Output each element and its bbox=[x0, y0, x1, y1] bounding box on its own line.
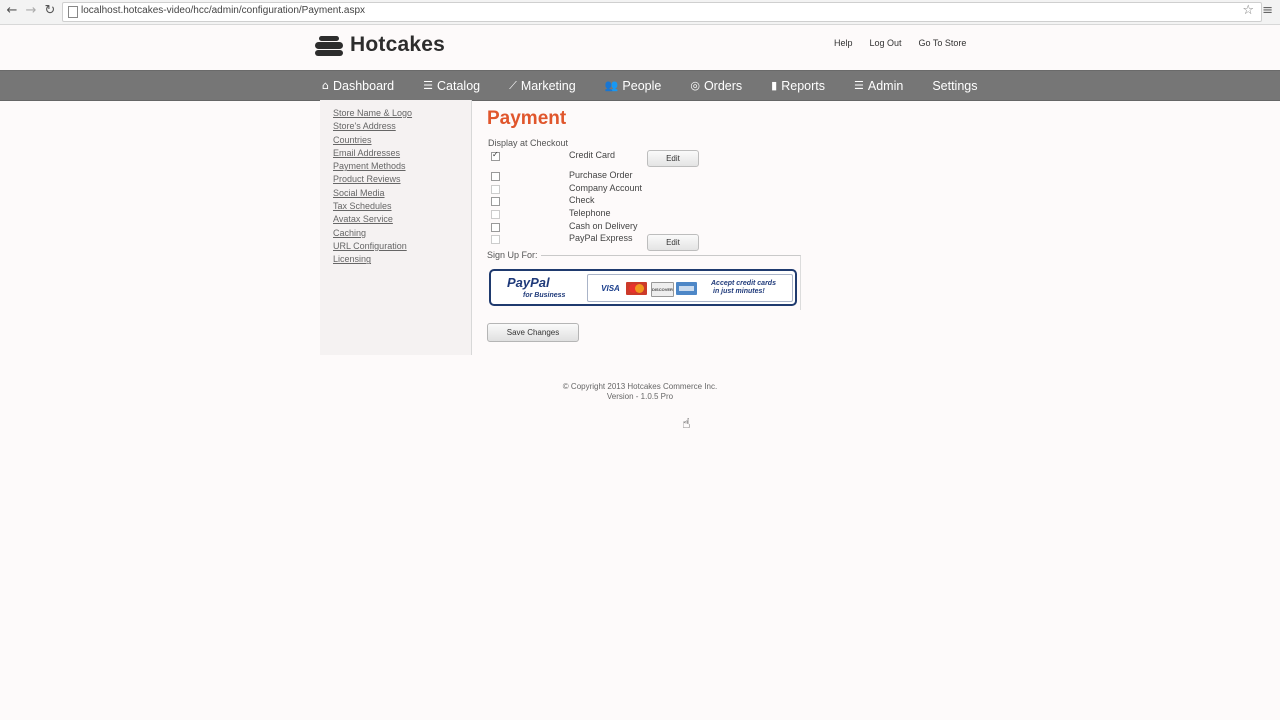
log-out-link[interactable]: Log Out bbox=[870, 38, 902, 48]
main-navigation: ⌂ Dashboard ☰ Catalog ⟋ Marketing 👥 Peop… bbox=[0, 70, 1280, 101]
nav-orders[interactable]: ◎ Orders bbox=[690, 79, 742, 93]
purchase-order-checkbox[interactable] bbox=[491, 172, 500, 181]
address-bar[interactable]: localhost.hotcakes-video/hcc/admin/confi… bbox=[62, 2, 1262, 22]
browser-menu-icon[interactable]: ≡ bbox=[1262, 3, 1273, 18]
sidebar-item-countries[interactable]: Countries bbox=[333, 134, 471, 147]
nav-label: Admin bbox=[867, 78, 904, 93]
payment-method-name: Credit Card bbox=[569, 150, 616, 160]
payment-method-name: Cash on Delivery bbox=[569, 221, 638, 231]
accept-cards-text: Accept credit cards in just minutes! bbox=[711, 280, 789, 296]
hotcakes-stack-icon bbox=[312, 32, 346, 58]
nav-catalog[interactable]: ☰ Catalog bbox=[423, 79, 480, 93]
sidebar-item-store-name-logo[interactable]: Store Name & Logo bbox=[333, 107, 471, 120]
sign-up-box: Sign Up For: PayPal for Business VISA DI… bbox=[487, 250, 801, 310]
edit-paypal-express-button[interactable]: Edit bbox=[647, 234, 699, 251]
sidebar-item-licensing[interactable]: Licensing bbox=[333, 253, 471, 266]
nav-label: Reports bbox=[781, 78, 825, 93]
paypal-sub-text: for Business bbox=[523, 292, 566, 299]
sidebar-item-social-media[interactable]: Social Media bbox=[333, 187, 471, 200]
nav-label: People bbox=[622, 78, 662, 93]
settings-sidebar: Store Name & Logo Store's Address Countr… bbox=[320, 100, 472, 355]
reload-icon[interactable]: ↻ bbox=[43, 4, 57, 18]
sidebar-item-caching[interactable]: Caching bbox=[333, 227, 471, 240]
nav-label: Dashboard bbox=[332, 78, 395, 93]
display-at-checkout-label: Display at Checkout bbox=[488, 138, 569, 148]
accept-line-2: in just minutes! bbox=[713, 288, 765, 295]
list-icon: ☰ bbox=[854, 79, 864, 92]
cash-on-delivery-checkbox[interactable] bbox=[491, 223, 500, 232]
nav-dashboard[interactable]: ⌂ Dashboard bbox=[322, 79, 394, 93]
sidebar-item-tax-schedules[interactable]: Tax Schedules bbox=[333, 200, 471, 213]
save-changes-button[interactable]: Save Changes bbox=[487, 323, 579, 342]
sidebar-item-email-addresses[interactable]: Email Addresses bbox=[333, 147, 471, 160]
users-icon: 👥 bbox=[604, 79, 619, 92]
paypal-logo-text: PayPal bbox=[507, 275, 550, 290]
orders-icon: ◎ bbox=[690, 79, 700, 92]
logo-text: Hotcakes bbox=[350, 33, 445, 56]
credit-card-checkbox[interactable] bbox=[491, 150, 500, 161]
company-account-checkbox[interactable] bbox=[491, 185, 500, 194]
card-logos: VISA DISCOVER Accept credit cards in jus… bbox=[587, 274, 793, 302]
forward-icon[interactable]: → bbox=[24, 4, 38, 18]
payment-method-name: PayPal Express bbox=[569, 233, 633, 243]
bar-chart-icon: ▮ bbox=[771, 79, 778, 92]
sign-up-label: Sign Up For: bbox=[487, 250, 541, 260]
nav-marketing[interactable]: ⟋ Marketing bbox=[509, 79, 576, 93]
discover-icon: DISCOVER bbox=[651, 282, 674, 297]
paypal-express-checkbox[interactable] bbox=[491, 235, 500, 244]
header-links: Help Log Out Go To Store bbox=[834, 38, 966, 48]
copyright-text: © Copyright 2013 Hotcakes Commerce Inc. bbox=[562, 382, 718, 391]
sidebar-item-url-configuration[interactable]: URL Configuration bbox=[333, 240, 471, 253]
payment-method-name: Check bbox=[569, 195, 595, 205]
nav-people[interactable]: 👥 People bbox=[605, 79, 662, 93]
visa-icon: VISA bbox=[601, 284, 620, 293]
sidebar-item-payment-methods[interactable]: Payment Methods bbox=[333, 160, 471, 173]
sidebar-item-avatax-service[interactable]: Avatax Service bbox=[333, 213, 471, 226]
sidebar-item-product-reviews[interactable]: Product Reviews bbox=[333, 173, 471, 186]
list-icon: ☰ bbox=[423, 79, 434, 92]
chart-line-icon: ⟋ bbox=[509, 79, 517, 92]
nav-reports[interactable]: ▮ Reports bbox=[771, 79, 825, 93]
sidebar-item-store-address[interactable]: Store's Address bbox=[333, 120, 471, 133]
back-icon[interactable]: ← bbox=[5, 4, 19, 18]
payment-method-name: Purchase Order bbox=[569, 170, 633, 180]
version-text: Version - 1.0.5 Pro bbox=[606, 392, 674, 401]
accept-line-1: Accept credit cards bbox=[711, 280, 776, 287]
edit-credit-card-button[interactable]: Edit bbox=[647, 150, 699, 167]
amex-icon bbox=[676, 282, 697, 295]
help-link[interactable]: Help bbox=[834, 38, 853, 48]
nav-settings[interactable]: Settings bbox=[932, 79, 977, 93]
page-icon bbox=[68, 6, 78, 18]
telephone-checkbox[interactable] bbox=[491, 210, 500, 219]
nav-admin[interactable]: ☰ Admin bbox=[854, 79, 903, 93]
paypal-business-banner[interactable]: PayPal for Business VISA DISCOVER Accept… bbox=[489, 269, 797, 306]
payment-method-name: Telephone bbox=[569, 208, 611, 218]
page-title: Payment bbox=[487, 108, 567, 129]
nav-label: Orders bbox=[703, 78, 743, 93]
site-logo[interactable]: Hotcakes bbox=[312, 30, 445, 60]
mastercard-icon bbox=[626, 282, 647, 295]
home-icon: ⌂ bbox=[322, 79, 329, 92]
check-checkbox[interactable] bbox=[491, 197, 500, 206]
go-to-store-link[interactable]: Go To Store bbox=[919, 38, 967, 48]
footer: © Copyright 2013 Hotcakes Commerce Inc. … bbox=[520, 382, 760, 402]
bookmark-star-icon[interactable]: ☆ bbox=[1242, 3, 1254, 18]
hand-cursor-icon: ☝ bbox=[682, 416, 691, 432]
paypal-logo: PayPal for Business bbox=[497, 274, 585, 301]
nav-label: Catalog bbox=[437, 78, 481, 93]
nav-label: Marketing bbox=[520, 78, 576, 93]
url-text[interactable]: localhost.hotcakes-video/hcc/admin/confi… bbox=[81, 5, 365, 16]
nav-label: Settings bbox=[932, 78, 978, 93]
browser-toolbar: ← → ↻ localhost.hotcakes-video/hcc/admin… bbox=[0, 0, 1280, 25]
payment-method-name: Company Account bbox=[569, 183, 643, 193]
